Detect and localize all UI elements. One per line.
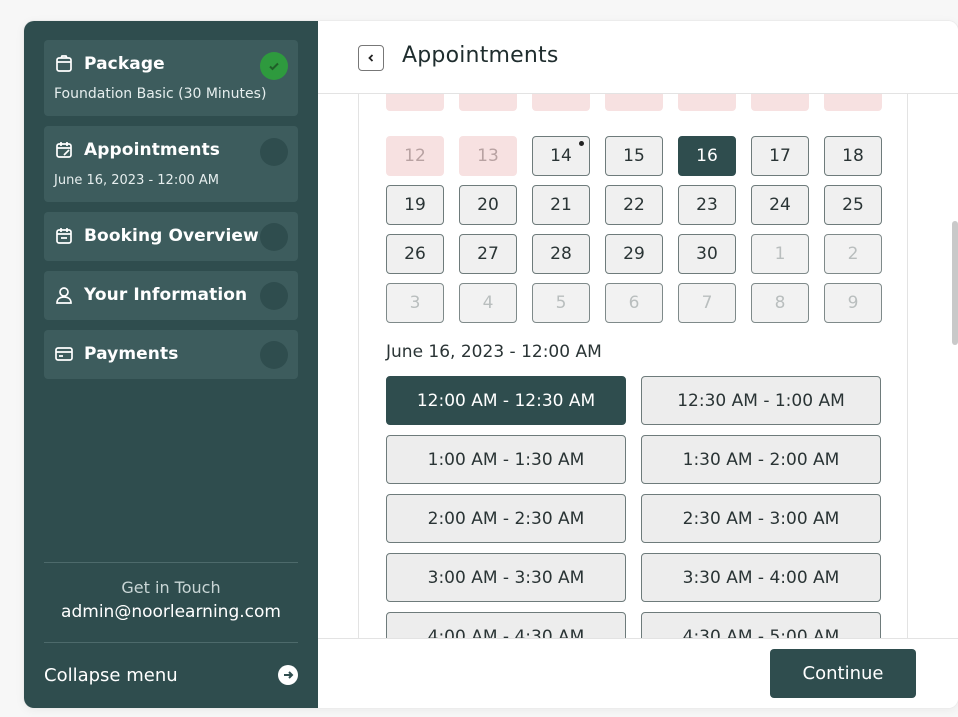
calendar-day[interactable]: 30: [678, 234, 736, 274]
user-icon: [54, 285, 74, 305]
calendar-day-next-month[interactable]: 6: [605, 283, 663, 323]
time-slot[interactable]: 3:30 AM - 4:00 AM: [641, 553, 881, 602]
divider: [44, 642, 298, 643]
day-number: 14: [550, 146, 572, 166]
arrow-right-icon: [278, 665, 298, 685]
step-title: Appointments: [84, 140, 221, 160]
booking-window: Package Foundation Basic (30 Minutes) Ap…: [24, 21, 958, 708]
step-title: Payments: [84, 344, 179, 364]
calendar-day-next-month[interactable]: 8: [751, 283, 809, 323]
time-slot[interactable]: 1:00 AM - 1:30 AM: [386, 435, 626, 484]
calendar-day[interactable]: 26: [386, 234, 444, 274]
time-slot[interactable]: 2:00 AM - 2:30 AM: [386, 494, 626, 543]
calendar-day: [532, 94, 590, 111]
calendar-day: 13: [459, 136, 517, 176]
calendar-day[interactable]: 25: [824, 185, 882, 225]
step-title: Booking Overview: [84, 226, 259, 246]
collapse-menu-button[interactable]: Collapse menu: [44, 661, 298, 689]
calendar-day[interactable]: 27: [459, 234, 517, 274]
calendar-day: [459, 94, 517, 111]
calendar-edit-icon: [54, 140, 74, 160]
time-slot[interactable]: 3:00 AM - 3:30 AM: [386, 553, 626, 602]
calendar-day[interactable]: 14: [532, 136, 590, 176]
calendar-day-next-month[interactable]: 5: [532, 283, 590, 323]
footer: Continue: [318, 638, 958, 708]
header: Appointments: [318, 21, 958, 94]
back-button[interactable]: [358, 45, 384, 71]
calendar-day: [751, 94, 809, 111]
status-indicator: [260, 223, 288, 251]
main-panel: Appointments 12 13 14 15 16 17 18 19 20 …: [318, 21, 958, 708]
time-slot[interactable]: 2:30 AM - 3:00 AM: [641, 494, 881, 543]
status-indicator: [260, 282, 288, 310]
status-indicator: [260, 341, 288, 369]
appointments-content: 12 13 14 15 16 17 18 19 20 21 22 23 24 2…: [358, 94, 908, 638]
contact-label: Get in Touch: [121, 578, 221, 597]
step-title: Package: [84, 54, 165, 74]
status-indicator: [260, 138, 288, 166]
sidebar-step-your-information[interactable]: Your Information: [44, 271, 298, 320]
contact-info: Get in Touch admin@noorlearning.com: [44, 578, 298, 622]
calendar-day[interactable]: 29: [605, 234, 663, 274]
calendar-day-next-month[interactable]: 7: [678, 283, 736, 323]
calendar-day: [605, 94, 663, 111]
package-icon: [54, 54, 74, 74]
calendar-day[interactable]: 21: [532, 185, 590, 225]
calendar-day: [678, 94, 736, 111]
calendar-day[interactable]: 15: [605, 136, 663, 176]
calendar-day[interactable]: 18: [824, 136, 882, 176]
chevron-left-icon: [368, 54, 374, 62]
sidebar: Package Foundation Basic (30 Minutes) Ap…: [24, 21, 318, 708]
sidebar-step-appointments[interactable]: Appointments June 16, 2023 - 12:00 AM: [44, 126, 298, 202]
time-slot[interactable]: 4:00 AM - 4:30 AM: [386, 612, 626, 638]
contact-email[interactable]: admin@noorlearning.com: [44, 602, 298, 622]
scrollbar[interactable]: [952, 221, 958, 345]
sidebar-step-booking-overview[interactable]: Booking Overview: [44, 212, 298, 261]
calendar-day-next-month[interactable]: 2: [824, 234, 882, 274]
calendar-day[interactable]: 17: [751, 136, 809, 176]
check-icon: [260, 52, 288, 80]
time-slot[interactable]: 4:30 AM - 5:00 AM: [641, 612, 881, 638]
calendar-day[interactable]: 24: [751, 185, 809, 225]
calendar-day-next-month[interactable]: 9: [824, 283, 882, 323]
calendar-day-selected[interactable]: 16: [678, 136, 736, 176]
sidebar-step-payments[interactable]: Payments: [44, 330, 298, 379]
time-slot[interactable]: 1:30 AM - 2:00 AM: [641, 435, 881, 484]
credit-card-icon: [54, 344, 74, 364]
continue-button[interactable]: Continue: [770, 649, 916, 698]
calendar-day: [386, 94, 444, 111]
calendar-day: [824, 94, 882, 111]
calendar-day[interactable]: 22: [605, 185, 663, 225]
calendar-day-next-month[interactable]: 1: [751, 234, 809, 274]
step-title: Your Information: [84, 285, 248, 305]
calendar-day[interactable]: 23: [678, 185, 736, 225]
calendar-day: 12: [386, 136, 444, 176]
divider: [44, 562, 298, 563]
collapse-menu-label: Collapse menu: [44, 664, 178, 686]
time-slot[interactable]: 12:30 AM - 1:00 AM: [641, 376, 881, 425]
calendar-day-next-month[interactable]: 4: [459, 283, 517, 323]
page-title: Appointments: [402, 43, 559, 68]
today-indicator: [579, 141, 584, 146]
calendar-day[interactable]: 28: [532, 234, 590, 274]
calendar-day[interactable]: 19: [386, 185, 444, 225]
time-slot-selected[interactable]: 12:00 AM - 12:30 AM: [386, 376, 626, 425]
selected-date-label: June 16, 2023 - 12:00 AM: [386, 342, 602, 362]
step-subtitle: June 16, 2023 - 12:00 AM: [54, 173, 219, 188]
sidebar-step-package[interactable]: Package Foundation Basic (30 Minutes): [44, 40, 298, 116]
calendar-day-next-month[interactable]: 3: [386, 283, 444, 323]
calendar-day[interactable]: 20: [459, 185, 517, 225]
calendar-check-icon: [54, 226, 74, 246]
step-subtitle: Foundation Basic (30 Minutes): [54, 86, 267, 102]
